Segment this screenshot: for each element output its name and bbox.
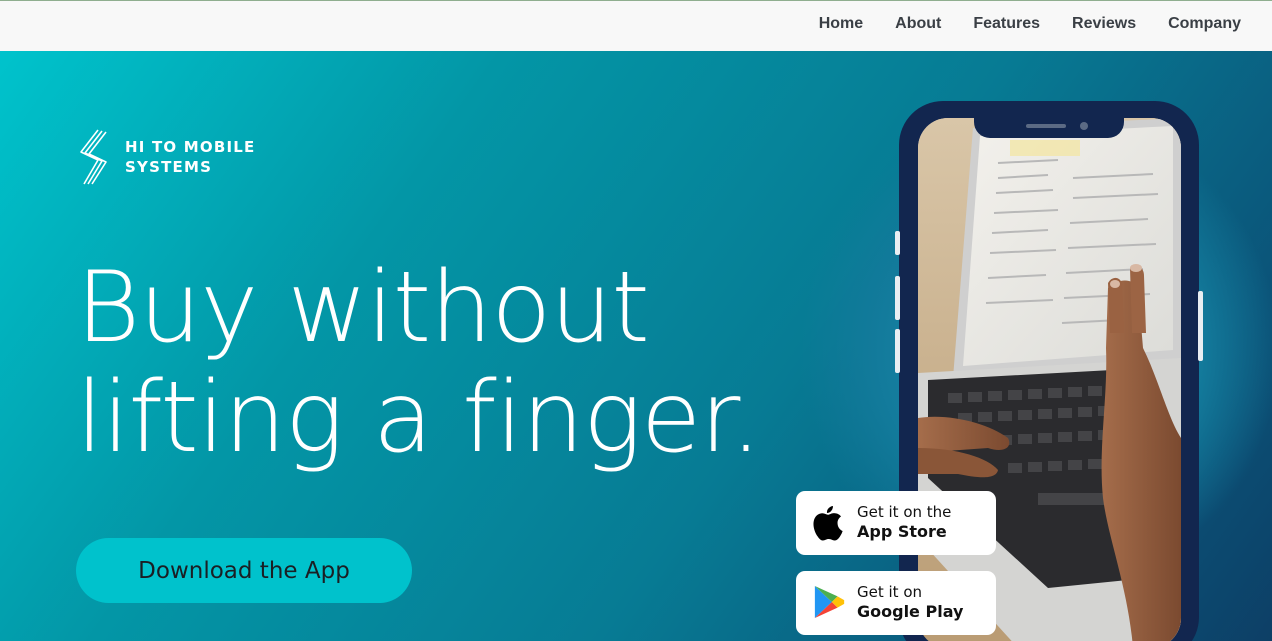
google-play-icon [814,585,845,619]
phone-screen [918,118,1181,641]
phone-notch [974,118,1124,138]
google-play-big-text: Google Play [857,602,964,621]
app-store-big-text: App Store [857,522,947,541]
front-camera [1080,122,1088,130]
download-app-button[interactable]: Download the App [76,538,412,603]
phone-side-button [1198,291,1203,361]
google-play-badge-text: Get it on Google Play [857,583,963,621]
phone-side-button [895,329,900,373]
phone-side-button [895,276,900,320]
brand-name: HI TO MOBILE SYSTEMS [125,138,256,176]
hero-headline: Buy without lifting a finger. [76,253,836,473]
app-store-badge[interactable]: Get it on the App Store [796,491,996,555]
google-play-small-text: Get it on [857,583,923,601]
app-store-small-text: Get it on the [857,503,952,521]
brand-logo[interactable]: HI TO MOBILE SYSTEMS [78,129,255,185]
lightning-logo-icon [80,129,107,185]
navbar: Home About Features Reviews Company [0,1,1272,50]
nav-link-company[interactable]: Company [1168,15,1241,33]
headline-line-1: Buy without [76,251,650,365]
phone-side-button [895,231,900,255]
app-store-badge-text: Get it on the App Store [857,503,951,541]
headline-line-2: lifting a finger. [76,361,762,475]
nav-link-features[interactable]: Features [973,15,1040,33]
hero-section: HI TO MOBILE SYSTEMS Buy without lifting… [0,51,1272,641]
phone-mockup [895,101,1203,641]
laptop-photo [918,118,1181,641]
speaker-grille [1026,124,1066,128]
nav-link-reviews[interactable]: Reviews [1072,15,1136,33]
apple-icon [813,506,843,541]
nav-link-about[interactable]: About [895,15,941,33]
nav-link-home[interactable]: Home [819,15,863,33]
nav-links: Home About Features Reviews Company [787,15,1241,33]
google-play-badge[interactable]: Get it on Google Play [796,571,996,635]
